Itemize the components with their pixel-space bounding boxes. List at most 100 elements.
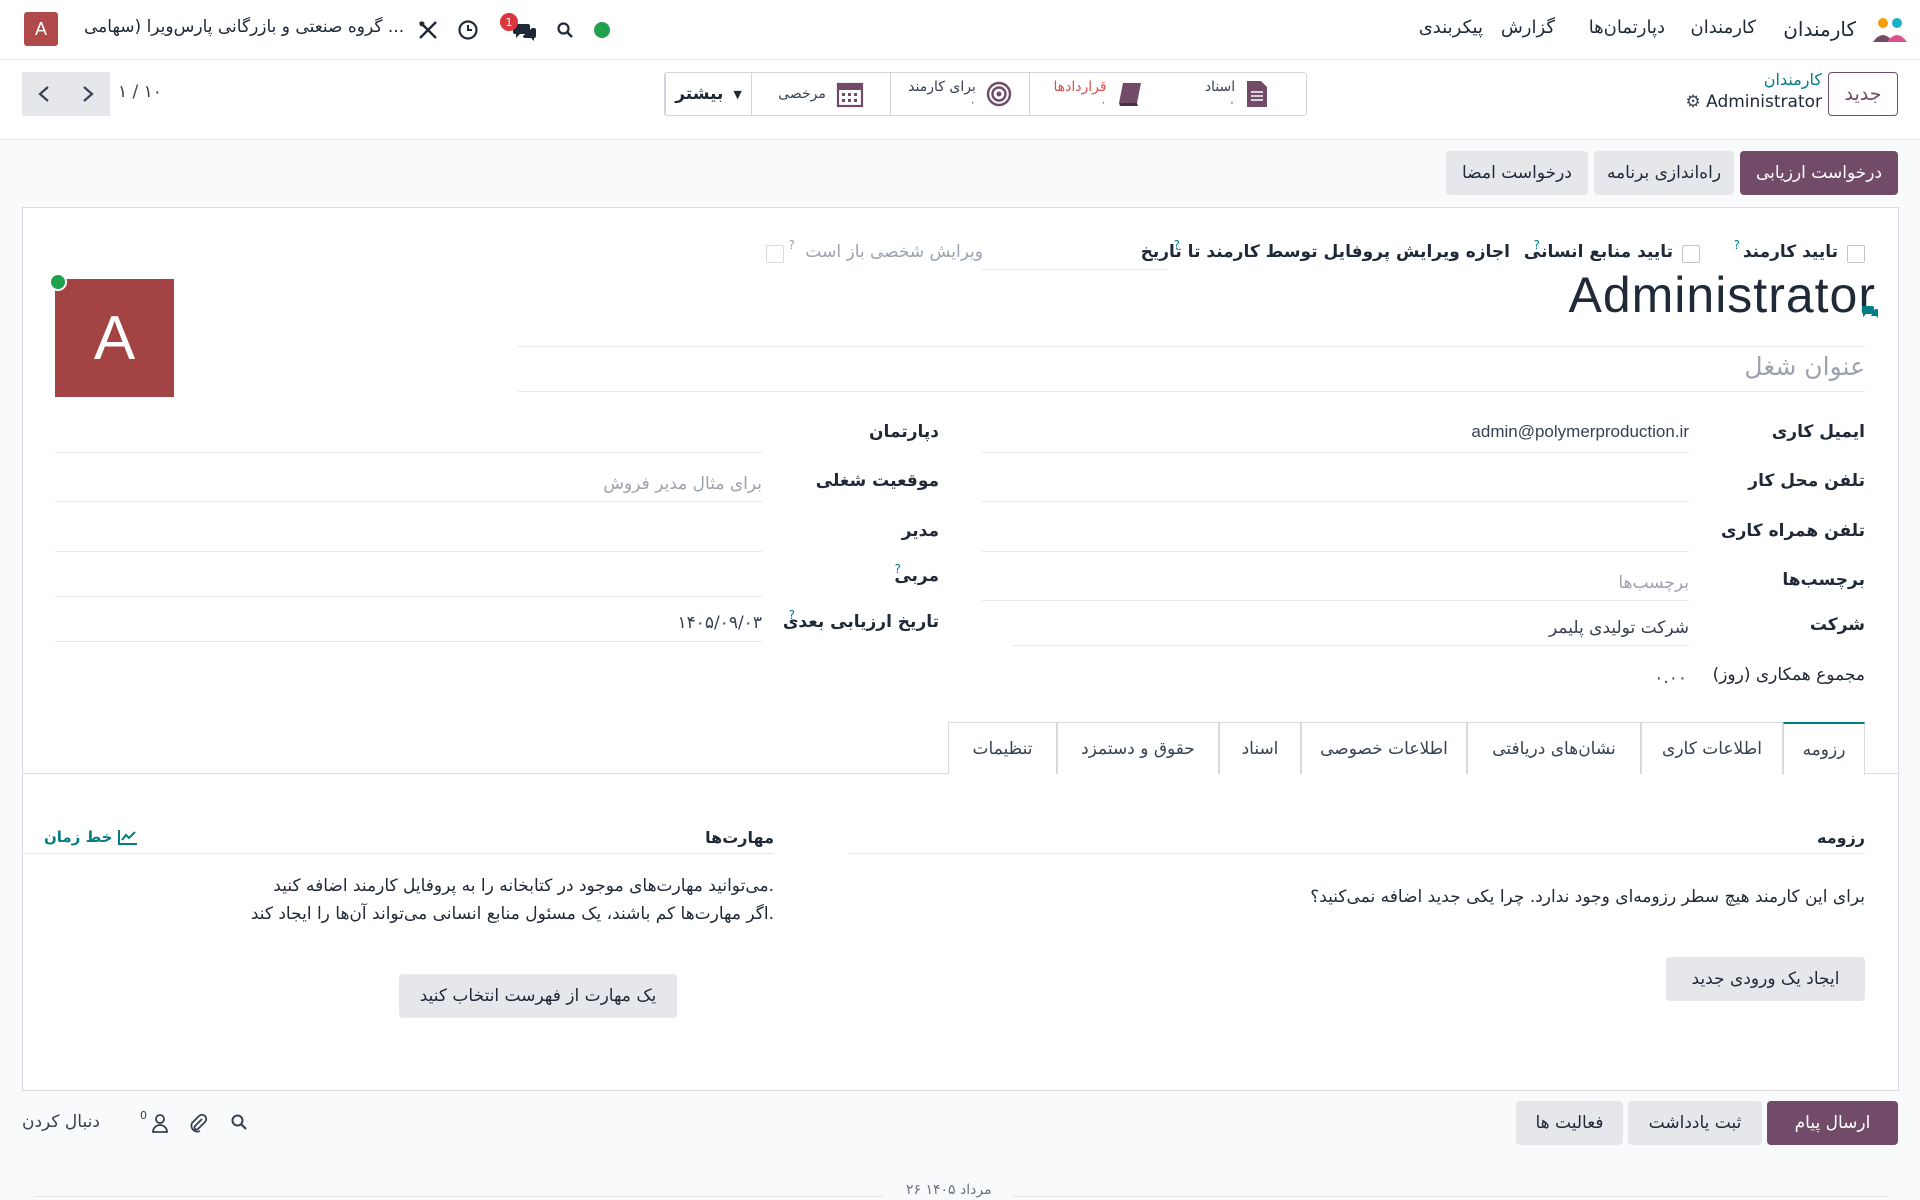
help-icon[interactable]: ? — [895, 562, 901, 576]
breadcrumb-current-label: Administrator — [1706, 92, 1822, 112]
next-appraisal-value[interactable]: ۱۴۰۵/۰۹/۰۳ — [677, 613, 762, 633]
help-icon[interactable]: ? — [1174, 238, 1180, 252]
field-underline — [982, 600, 1689, 601]
tab-settings[interactable]: تنظیمات — [948, 722, 1057, 774]
department-field[interactable] — [55, 452, 762, 453]
mobile-phone-field[interactable] — [982, 551, 1689, 552]
gear-icon[interactable]: ⚙ — [1685, 92, 1700, 112]
contracts-smart-button[interactable]: قراردادها ۰ — [1029, 73, 1168, 115]
app-name[interactable]: کارمندان — [1783, 17, 1856, 41]
work-email-value[interactable]: admin@polymerproduction.ir — [1471, 422, 1689, 442]
log-note-button[interactable]: ثبت یادداشت — [1628, 1101, 1762, 1145]
work-email-label: ایمیل کاری — [1771, 422, 1865, 442]
pager-value[interactable]: ۱ / ۱۰ — [118, 82, 162, 102]
job-title-underline — [518, 391, 1865, 392]
employee-name-text: Administrator — [1568, 267, 1876, 323]
tab-work-info[interactable]: اطلاعات کاری — [1641, 722, 1783, 774]
create-resume-entry-button[interactable]: ایجاد یک ورودی جدید — [1666, 957, 1865, 1001]
search-icon[interactable] — [224, 1107, 254, 1137]
menu-employees[interactable]: کارمندان — [1691, 17, 1757, 38]
documents-count: ۰ — [1228, 95, 1236, 109]
help-icon[interactable]: ? — [1534, 238, 1540, 252]
timeline-link[interactable]: خط زمان — [44, 828, 138, 846]
employees-app-icon[interactable] — [1872, 14, 1908, 44]
menu-departments[interactable]: دپارتمان‌ها — [1589, 17, 1665, 38]
hr-confirm-checkbox[interactable] — [1682, 245, 1700, 263]
time-off-smart-button[interactable]: مرخصی — [751, 73, 890, 115]
follow-button[interactable]: دنبال کردن — [22, 1112, 100, 1132]
document-icon — [1247, 81, 1268, 107]
manager-field[interactable] — [55, 551, 762, 552]
help-icon[interactable]: ? — [789, 608, 795, 622]
user-avatar[interactable]: A — [24, 12, 58, 46]
job-position-field[interactable]: برای مثال مدیر فروش — [603, 474, 762, 494]
section-divider — [848, 853, 1865, 854]
documents-label: اسناد — [1204, 79, 1236, 95]
collaboration-label: مجموع همکاری (روز) — [1712, 665, 1865, 685]
tab-payroll[interactable]: حقوق و دستمزد — [1057, 722, 1219, 774]
coach-field[interactable] — [55, 596, 762, 597]
field-underline — [982, 452, 1689, 453]
more-label: بیشتر — [675, 84, 724, 104]
pager-prev-button[interactable] — [22, 72, 66, 116]
clock-icon[interactable] — [453, 15, 483, 45]
top-navbar: کارمندان کارمندان دپارتمان‌ها گزارش پیکر… — [0, 0, 1920, 60]
employee-avatar[interactable]: A — [55, 279, 174, 397]
tab-resume[interactable]: رزومه — [1783, 722, 1865, 775]
tags-field[interactable]: برچسب‌ها — [1618, 573, 1689, 593]
goals-count: ۰ — [969, 95, 976, 109]
timeline-label: خط زمان — [44, 828, 113, 846]
help-icon[interactable]: ? — [1734, 238, 1740, 252]
employee-goals-smart-button[interactable]: برای کارمند ۰ — [890, 73, 1029, 115]
tab-badges[interactable]: نشان‌های دریافتی — [1467, 722, 1641, 774]
more-dropdown[interactable]: بیشتر ▼ — [665, 73, 751, 115]
field-underline — [1013, 645, 1689, 646]
line-chart-icon — [118, 830, 138, 845]
job-title-field[interactable]: عنوان شغل — [1744, 352, 1865, 381]
form-sheet — [22, 207, 1899, 1091]
menu-configuration[interactable]: پیکربندی — [1419, 17, 1483, 38]
time-off-label: مرخصی — [778, 86, 826, 102]
pick-skill-button[interactable]: یک مهارت از فهرست انتخاب کنید — [399, 974, 677, 1018]
contracts-label: قراردادها — [1053, 79, 1107, 95]
tags-label: برچسب‌ها — [1782, 570, 1865, 590]
goals-label: برای کارمند — [908, 79, 976, 95]
company-switcher[interactable]: گروه صنعتی و بازرگانی پارس‌ویرا (سهامی .… — [84, 17, 404, 37]
activities-button[interactable]: فعالیت ها — [1516, 1101, 1623, 1145]
chat-bubble-icon[interactable] — [1860, 304, 1880, 320]
work-phone-field[interactable] — [982, 501, 1689, 502]
tab-private-info[interactable]: اطلاعات خصوصی — [1301, 722, 1467, 774]
help-icon: ? — [788, 238, 795, 252]
presence-status-icon — [49, 273, 67, 291]
send-message-button[interactable]: ارسال پیام — [1767, 1101, 1898, 1145]
allow-edit-date-field[interactable] — [982, 269, 1168, 270]
search-icon[interactable] — [550, 15, 580, 45]
status-icon — [587, 15, 617, 45]
request-signature-button[interactable]: درخواست امضا — [1446, 151, 1588, 195]
tools-icon[interactable] — [413, 15, 443, 45]
paperclip-icon[interactable] — [183, 1108, 213, 1138]
work-phone-label: تلفن محل کار — [1748, 471, 1865, 491]
employee-name[interactable]: Administrator — [1568, 266, 1876, 324]
new-button[interactable]: جدید — [1828, 72, 1898, 116]
breadcrumb-employees[interactable]: کارمندان — [1764, 70, 1822, 89]
request-appraisal-button[interactable]: درخواست ارزیابی — [1740, 151, 1898, 195]
hr-confirm-label: تایید منابع انسانی — [1523, 242, 1673, 262]
next-appraisal-label: تاریخ ارزیابی بعدی — [782, 612, 939, 632]
follower-icon[interactable] — [145, 1108, 175, 1138]
calendar-icon — [836, 82, 863, 108]
documents-smart-button[interactable]: اسناد ۰ — [1168, 73, 1306, 115]
menu-reporting[interactable]: گزارش — [1501, 17, 1555, 38]
company-value[interactable]: شرکت تولیدی پلیمر — [1549, 618, 1689, 638]
employee-confirm-checkbox[interactable] — [1847, 245, 1865, 263]
pager-next-button[interactable] — [66, 72, 110, 116]
skills-help-line2: اگر مهارت‌ها کم باشند، یک مسئول منابع ان… — [250, 904, 774, 924]
field-underline — [55, 641, 762, 642]
book-icon — [1118, 83, 1141, 106]
date-separator-line — [34, 1196, 884, 1197]
tab-documents[interactable]: اسناد — [1219, 722, 1301, 774]
date-separator-line — [1013, 1196, 1889, 1197]
launch-plan-button[interactable]: راه‌اندازی برنامه — [1594, 151, 1734, 195]
resume-section-title: رزومه — [1817, 828, 1865, 847]
chevron-left-icon — [38, 86, 49, 102]
